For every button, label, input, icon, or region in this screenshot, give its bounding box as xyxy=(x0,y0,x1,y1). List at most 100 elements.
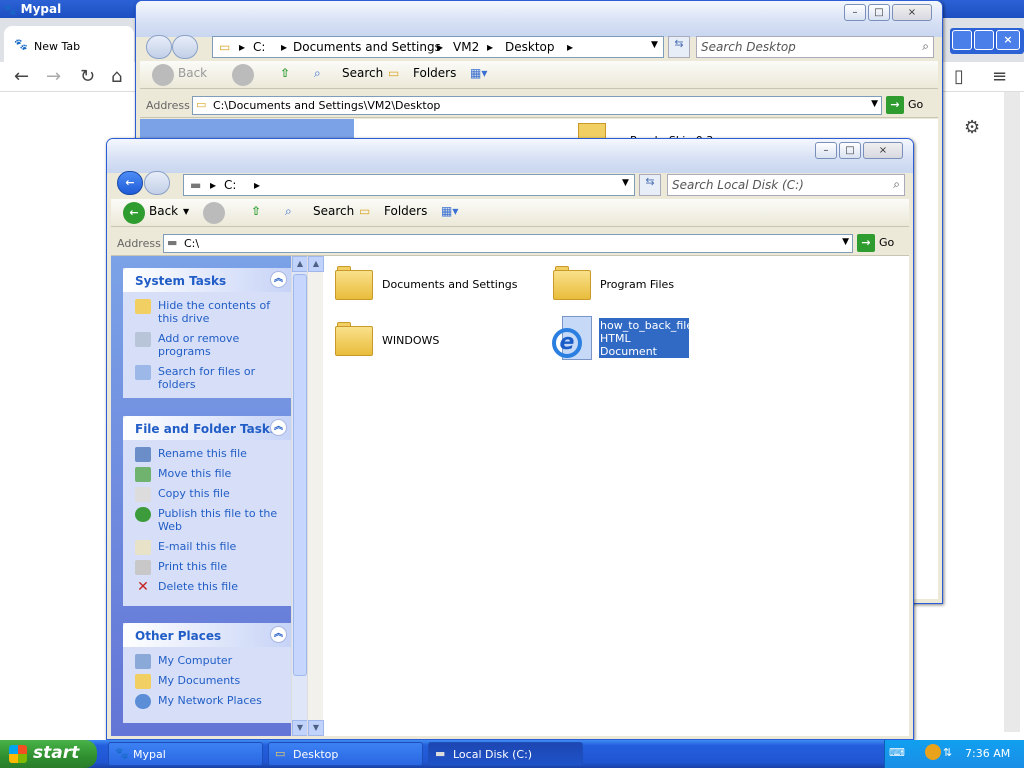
breadcrumb-item[interactable]: VM2 xyxy=(453,40,479,54)
local-disk-minimize-button[interactable]: – xyxy=(815,142,837,159)
chevron-down-icon[interactable]: ▼ xyxy=(871,99,878,109)
breadcrumb-item[interactable]: C: xyxy=(224,178,236,192)
local-disk-go-button[interactable]: → Go xyxy=(857,234,894,252)
desktop-search-input[interactable]: Search Desktop ⌕ xyxy=(696,36,934,58)
task-pane-scrollbar[interactable]: ▲ ▼ xyxy=(291,256,308,736)
selected-file-label[interactable]: how_to_back_files HTML Document 4 KB xyxy=(599,318,699,371)
system-tasks-header[interactable]: System Tasks ︽ xyxy=(123,268,293,292)
local-disk-folders-button[interactable]: Folders xyxy=(384,204,427,218)
file-folder-tasks-header[interactable]: File and Folder Tasks ︽ xyxy=(123,416,293,440)
keyboard-icon[interactable]: ⌨ xyxy=(889,746,905,759)
folder-up-icon[interactable]: ⇧ xyxy=(251,204,261,218)
local-disk-back-button[interactable]: Back xyxy=(149,204,178,218)
tray-app-icon[interactable] xyxy=(925,744,941,760)
breadcrumb-item[interactable]: Documents and Settings xyxy=(293,40,441,54)
back-arrow-icon[interactable]: ← xyxy=(123,202,145,224)
local-disk-search-input[interactable]: Search Local Disk (C:) ⌕ xyxy=(667,174,905,196)
folder-icon[interactable] xyxy=(335,266,373,300)
desktop-breadcrumb-bar[interactable]: ▭ ▸ C: ▸ Documents and Settings ▸ VM2 ▸ … xyxy=(212,36,664,58)
settings-gear-icon[interactable]: ⚙ xyxy=(964,117,980,138)
scroll-up-icon[interactable]: ▲ xyxy=(292,256,308,272)
start-button[interactable]: start xyxy=(0,740,97,768)
task-publish-web[interactable]: Publish this file to the Web xyxy=(123,507,293,533)
collapse-icon[interactable]: ︽ xyxy=(270,271,287,288)
reload-icon[interactable]: ↻ xyxy=(80,66,95,87)
task-hide-drive-contents[interactable]: Hide the contents of this drive xyxy=(123,299,293,325)
local-disk-close-button[interactable]: × xyxy=(863,142,903,159)
menu-icon[interactable]: ≡ xyxy=(992,66,1007,87)
chevron-down-icon[interactable]: ▼ xyxy=(183,207,189,216)
desktop-window-titlebar[interactable] xyxy=(136,1,942,37)
task-rename-file[interactable]: Rename this file xyxy=(123,447,293,462)
views-icon[interactable]: ▦▾ xyxy=(470,66,487,80)
local-disk-breadcrumb-bar[interactable]: ▬ ▸ C: ▸ ▼ xyxy=(183,174,635,196)
scroll-down-icon[interactable]: ▼ xyxy=(292,720,308,736)
chevron-down-icon[interactable]: ▼ xyxy=(842,237,849,247)
back-arrow-icon[interactable] xyxy=(152,64,174,86)
desktop-back-label[interactable]: Back xyxy=(178,66,207,80)
desktop-search-button[interactable]: Search xyxy=(342,66,383,80)
desktop-close-button[interactable]: × xyxy=(892,4,932,21)
browser-tab-new-tab[interactable]: 🐾 New Tab xyxy=(4,26,134,62)
task-search-files[interactable]: Search for files or folders xyxy=(123,365,293,391)
task-email-file[interactable]: E-mail this file xyxy=(123,540,293,555)
content-scrollbar[interactable]: ▲ ▼ xyxy=(307,256,324,736)
place-my-documents[interactable]: My Documents xyxy=(123,674,293,689)
folder-icon[interactable] xyxy=(335,322,373,356)
file-name[interactable]: WINDOWS xyxy=(382,334,439,347)
forward-arrow-icon[interactable] xyxy=(232,64,254,86)
scroll-down-icon[interactable]: ▼ xyxy=(308,720,324,736)
file-list-area[interactable]: Documents and Settings Program Files WIN… xyxy=(307,256,909,736)
sidebar-icon[interactable]: ▯ xyxy=(954,66,964,87)
forward-arrow-icon[interactable]: → xyxy=(46,66,61,87)
folder-icon[interactable] xyxy=(553,266,591,300)
forward-arrow-icon[interactable] xyxy=(203,202,225,224)
clock[interactable]: 7:36 AM xyxy=(965,747,1010,760)
desktop-forward-round-button[interactable] xyxy=(172,35,198,59)
back-arrow-icon[interactable]: ← xyxy=(14,66,29,87)
breadcrumb-item[interactable]: Desktop xyxy=(505,40,555,54)
task-print-file[interactable]: Print this file xyxy=(123,560,293,575)
desktop-refresh-button[interactable]: ⇆ xyxy=(668,36,690,58)
folder-up-icon[interactable]: ⇧ xyxy=(280,66,290,80)
task-copy-file[interactable]: Copy this file xyxy=(123,487,293,502)
desktop-go-button[interactable]: → Go xyxy=(886,96,923,114)
scroll-up-icon[interactable]: ▲ xyxy=(308,256,324,272)
taskbar-item-desktop[interactable]: ▭ Desktop xyxy=(268,742,423,766)
chevron-down-icon[interactable]: ▼ xyxy=(622,178,629,188)
taskbar-item-local-disk[interactable]: ▬ Local Disk (C:) xyxy=(428,742,583,766)
ie-html-document-icon[interactable]: e xyxy=(552,314,596,362)
browser-minimize-button[interactable] xyxy=(952,30,972,50)
local-disk-maximize-button[interactable]: □ xyxy=(839,142,861,159)
local-disk-search-button[interactable]: Search xyxy=(313,204,354,218)
file-name[interactable]: Documents and Settings xyxy=(382,278,518,291)
network-tray-icon[interactable]: ⇅ xyxy=(943,746,952,759)
file-name[interactable]: Program Files xyxy=(600,278,674,291)
browser-close-button[interactable]: × xyxy=(996,30,1020,50)
scroll-thumb[interactable] xyxy=(293,274,307,676)
desktop-minimize-button[interactable]: – xyxy=(844,4,866,21)
collapse-icon[interactable]: ︽ xyxy=(270,626,287,643)
desktop-maximize-button[interactable]: □ xyxy=(868,4,890,21)
taskbar-item-mypal[interactable]: 🐾 Mypal xyxy=(108,742,263,766)
desktop-address-input[interactable]: ▭ C:\Documents and Settings\VM2\Desktop … xyxy=(192,96,882,115)
browser-scrollbar[interactable] xyxy=(1004,92,1020,732)
task-move-file[interactable]: Move this file xyxy=(123,467,293,482)
chevron-down-icon[interactable]: ▼ xyxy=(651,40,658,50)
local-disk-forward-round-button[interactable] xyxy=(144,171,170,195)
views-icon[interactable]: ▦▾ xyxy=(441,204,458,218)
home-icon[interactable]: ⌂ xyxy=(111,66,122,87)
local-disk-back-round-button[interactable]: ← xyxy=(117,171,143,195)
task-add-remove-programs[interactable]: Add or remove programs xyxy=(123,332,293,358)
place-my-computer[interactable]: My Computer xyxy=(123,654,293,669)
desktop-back-round-button[interactable] xyxy=(146,35,172,59)
browser-restore-button[interactable] xyxy=(974,30,994,50)
local-disk-refresh-button[interactable]: ⇆ xyxy=(639,174,661,196)
place-my-network-places[interactable]: My Network Places xyxy=(123,694,293,709)
desktop-folders-button[interactable]: Folders xyxy=(413,66,456,80)
local-disk-window-titlebar[interactable] xyxy=(107,139,913,173)
collapse-icon[interactable]: ︽ xyxy=(270,419,287,436)
other-places-header[interactable]: Other Places ︽ xyxy=(123,623,293,647)
local-disk-address-input[interactable]: ▬ C:\ ▼ xyxy=(163,234,853,253)
task-delete-file[interactable]: ✕ Delete this file xyxy=(123,580,293,594)
